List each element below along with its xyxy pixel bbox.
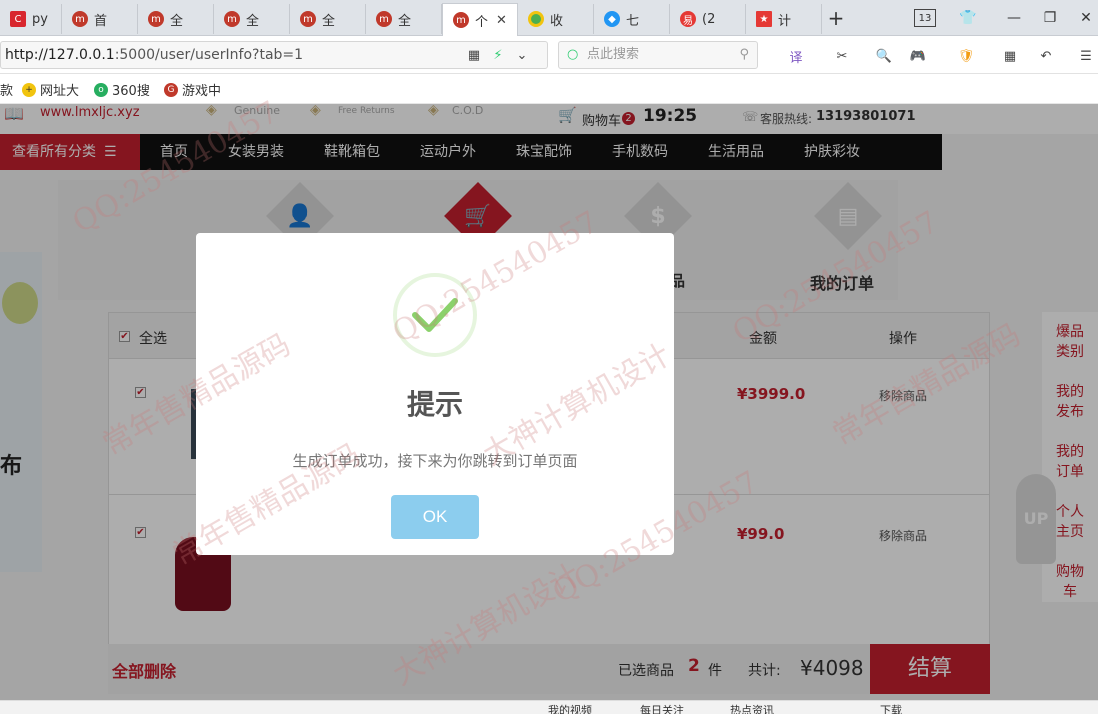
bookmark-label: 游戏中: [182, 84, 222, 99]
undo-icon[interactable]: ↶: [1036, 46, 1056, 66]
site-logo-icon: m: [376, 11, 392, 27]
browser-tab[interactable]: m 首: [62, 4, 138, 34]
browser-tab-active[interactable]: m 个 ✕: [442, 3, 518, 36]
browser-tab[interactable]: 易 (2: [670, 4, 746, 34]
163-logo-icon: 易: [680, 11, 696, 27]
grid-icon[interactable]: ▦: [464, 45, 484, 65]
chrome-logo-icon: [528, 11, 544, 27]
site-logo-icon: m: [72, 11, 88, 27]
tab-counter-button[interactable]: 13: [914, 9, 936, 27]
new-tab-button[interactable]: +: [824, 6, 848, 30]
bookmarks-bar: 款 + 网址大 o 360搜 G 游戏中: [0, 74, 1098, 104]
gamepad-icon[interactable]: 🎮: [908, 46, 928, 66]
web-search-input[interactable]: ○ 点此搜索 ⚲: [558, 41, 758, 69]
url-host: http://127.0.0.1: [5, 47, 115, 63]
success-icon: [393, 273, 477, 357]
site-logo-icon: m: [148, 11, 164, 27]
plus-icon: +: [827, 6, 845, 30]
tab-label: py: [32, 11, 48, 27]
minimize-icon[interactable]: —: [1002, 6, 1026, 30]
tab-label: 全: [322, 13, 336, 29]
dialog-title: 提示: [406, 388, 463, 421]
bird-logo-icon: ◆: [604, 11, 620, 27]
apps-grid-icon[interactable]: ▦: [1000, 46, 1020, 66]
chevron-down-icon[interactable]: ⌄: [512, 45, 532, 65]
flag-logo-icon: ★: [756, 11, 772, 27]
status-item[interactable]: 热点资讯: [730, 702, 774, 714]
site-logo-icon: m: [300, 11, 316, 27]
browser-tab[interactable]: m 全: [138, 4, 214, 34]
close-window-icon[interactable]: ✕: [1074, 6, 1098, 30]
lightning-icon[interactable]: ⚡: [488, 45, 508, 65]
tab-label: 七: [626, 13, 640, 29]
browser-tab[interactable]: m 全: [214, 4, 290, 34]
browser-tab[interactable]: ★ 计: [746, 4, 822, 34]
tab-label: 收: [550, 13, 564, 29]
tab-label: (2: [702, 11, 716, 27]
tab-label: 个: [475, 14, 489, 30]
search-placeholder: 点此搜索: [587, 47, 640, 62]
shield-icon[interactable]: 🛡: [956, 46, 976, 66]
plus-logo-icon: +: [22, 82, 36, 97]
bookmark-label: 网址大: [40, 84, 80, 99]
browser-tab[interactable]: ◆ 七: [594, 4, 670, 34]
browser-tab[interactable]: C py: [0, 4, 62, 34]
bookmark-label: 360搜: [112, 84, 150, 99]
shirt-icon[interactable]: 👕: [956, 6, 980, 30]
360-logo-icon: o: [94, 82, 108, 97]
browser-tab[interactable]: m 全: [290, 4, 366, 34]
game-logo-icon: G: [164, 82, 178, 97]
tab-label: 全: [246, 13, 260, 29]
search-icon[interactable]: ⚲: [739, 42, 749, 68]
tab-label: 全: [170, 13, 184, 29]
search-engine-icon: ○: [567, 47, 579, 62]
bookmark-item[interactable]: o 360搜: [94, 80, 150, 99]
site-logo-icon: m: [224, 11, 240, 27]
status-item[interactable]: 下载: [880, 702, 902, 714]
dialog-message: 生成订单成功，接下来为你跳转到订单页面: [292, 452, 578, 470]
scissors-icon[interactable]: ✂: [832, 46, 852, 66]
alert-dialog: 提示 生成订单成功，接下来为你跳转到订单页面 OK: [196, 233, 674, 555]
bookmark-item[interactable]: 款: [0, 80, 13, 99]
bookmark-label: 款: [0, 84, 14, 99]
tab-label: 全: [398, 13, 412, 29]
tab-counter-label: 13: [918, 12, 932, 24]
checkmark-icon: [412, 298, 458, 332]
tab-label: 首: [94, 13, 108, 29]
c-logo-icon: C: [10, 11, 26, 27]
bookmark-item[interactable]: G 游戏中: [164, 80, 221, 99]
browser-tab[interactable]: 收: [518, 4, 594, 34]
status-item[interactable]: 我的视频: [548, 702, 592, 714]
url-path: :5000/user/userInfo?tab=1: [114, 47, 304, 63]
translate-icon[interactable]: 译: [786, 46, 806, 66]
browser-tab-bar: C py m 首 m 全 m 全 m 全 m 全 m 个 ✕ 收 ◆ 七 易 (…: [0, 0, 1098, 36]
menu-icon[interactable]: ☰: [1076, 46, 1096, 66]
close-icon[interactable]: ✕: [496, 13, 507, 28]
magnifier-icon[interactable]: 🔍: [874, 46, 894, 66]
status-item[interactable]: 每日关注: [640, 702, 684, 714]
restore-icon[interactable]: ❐: [1038, 6, 1062, 30]
ok-button[interactable]: OK: [391, 495, 479, 539]
tab-label: 计: [778, 13, 792, 29]
browser-tab[interactable]: m 全: [366, 4, 442, 34]
site-logo-icon: m: [453, 12, 469, 28]
address-toolbar: http://127.0.0.1:5000/user/userInfo?tab=…: [0, 36, 1098, 74]
browser-status-bar: 我的视频 每日关注 热点资讯 下载: [0, 700, 1098, 714]
bookmark-item[interactable]: + 网址大: [22, 80, 79, 99]
